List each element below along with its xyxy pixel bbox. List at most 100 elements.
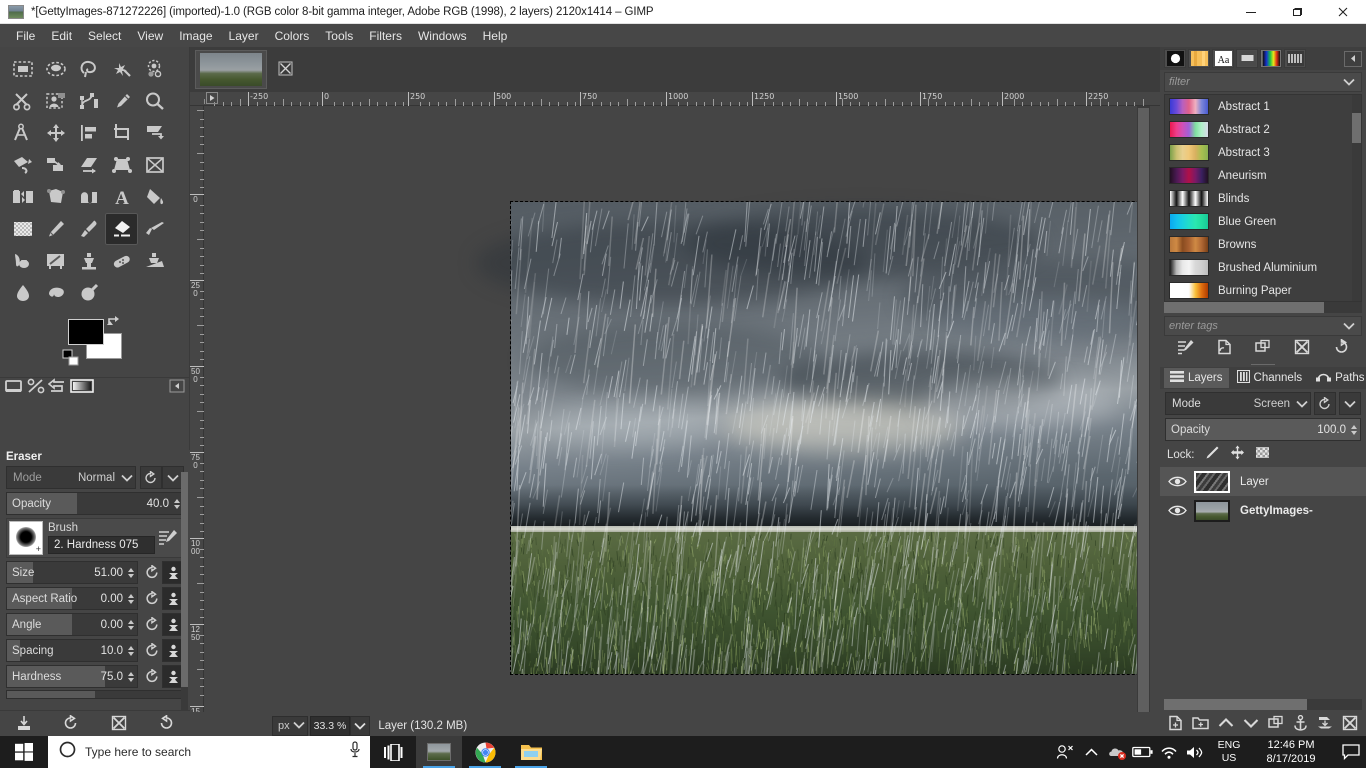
tool-scale[interactable] <box>39 149 72 181</box>
tool-bucket-fill[interactable] <box>138 181 171 213</box>
tab-brushes[interactable] <box>1164 49 1186 68</box>
tool-alignment[interactable] <box>72 117 105 149</box>
tool-options-scrollbar[interactable] <box>181 472 188 732</box>
eye-icon[interactable] <box>1168 475 1194 488</box>
taskbar-gimp-button[interactable] <box>416 736 462 768</box>
chevron-down-icon[interactable] <box>1341 78 1357 86</box>
zoom-input[interactable]: 33.3 % <box>309 716 351 736</box>
tool-airbrush[interactable] <box>138 213 171 245</box>
tool-text[interactable]: A <box>105 181 138 213</box>
minimize-button[interactable] <box>1228 0 1274 24</box>
foreground-color-swatch[interactable] <box>68 319 104 345</box>
aspect-ratio-stepper[interactable] <box>126 593 137 604</box>
reset-colors-icon[interactable] <box>62 349 80 372</box>
gradient-list-item[interactable]: Brushed Aluminium <box>1165 256 1361 279</box>
tool-paintbrush[interactable] <box>72 213 105 245</box>
horizontal-ruler[interactable]: -250 0 250 500 750 1000 1250 1500 1750 2000 2250 <box>190 92 1160 106</box>
tab-paths[interactable]: Paths <box>1310 368 1366 388</box>
tool-select-by-color[interactable] <box>138 53 171 85</box>
lock-position-icon[interactable] <box>1230 445 1245 465</box>
spacing-slider[interactable]: Spacing 10.0 <box>6 639 138 662</box>
tool-color-picker[interactable] <box>105 85 138 117</box>
menu-filters[interactable]: Filters <box>361 26 410 46</box>
tool-warp-transform[interactable] <box>72 181 105 213</box>
edit-gradient-icon[interactable] <box>1177 339 1194 360</box>
tool-paths[interactable] <box>72 85 105 117</box>
tool-scissors-select[interactable] <box>6 85 39 117</box>
tool-rotate[interactable] <box>6 149 39 181</box>
layer-list-hscrollbar[interactable] <box>1164 699 1362 710</box>
layer-list[interactable]: Layer GettyImages- <box>1160 467 1366 525</box>
tab-fonts[interactable]: Aa <box>1212 49 1234 68</box>
eye-icon[interactable] <box>1168 504 1194 517</box>
gradient-list-item[interactable]: Abstract 2 <box>1165 118 1361 141</box>
gradient-list[interactable]: Abstract 1 Abstract 2 Abstract 3 Aneurism Bl… <box>1164 94 1362 302</box>
unit-select[interactable]: px <box>272 716 308 736</box>
delete-tool-preset-icon[interactable] <box>111 715 127 736</box>
layer-opacity-slider[interactable]: Opacity 100.0 <box>1165 418 1361 441</box>
tool-flip[interactable] <box>6 181 39 213</box>
tool-gradient[interactable] <box>6 213 39 245</box>
gradient-list-item[interactable]: Browns <box>1165 233 1361 256</box>
microphone-icon[interactable] <box>348 741 362 763</box>
layer-row-layer[interactable]: Layer <box>1160 467 1366 496</box>
tool-ellipse-select[interactable] <box>39 53 72 85</box>
duplicate-layer-icon[interactable] <box>1268 715 1284 735</box>
opacity-slider[interactable]: Opacity 40.0 <box>6 492 184 515</box>
tool-unified-transform[interactable] <box>138 117 171 149</box>
pattern-indicator-icon[interactable] <box>26 378 46 399</box>
size-stepper[interactable] <box>126 567 137 578</box>
save-tool-preset-icon[interactable] <box>16 715 32 736</box>
volume-icon[interactable] <box>1182 736 1208 768</box>
dock-separator[interactable] <box>1160 362 1366 367</box>
tool-rectangle-select[interactable] <box>6 53 39 85</box>
chevron-down-icon[interactable] <box>1341 322 1357 330</box>
menu-select[interactable]: Select <box>80 26 129 46</box>
language-indicator[interactable]: ENG US <box>1208 739 1250 765</box>
tool-heal[interactable] <box>105 245 138 277</box>
new-layer-icon[interactable] <box>1168 715 1183 736</box>
tool-crop[interactable] <box>105 117 138 149</box>
menu-colors[interactable]: Colors <box>267 26 318 46</box>
merge-down-icon[interactable] <box>1317 715 1333 735</box>
menu-help[interactable]: Help <box>475 26 516 46</box>
tool-perspective-clone[interactable] <box>138 245 171 277</box>
layer-row-gettyimages[interactable]: GettyImages- <box>1160 496 1366 525</box>
task-view-button[interactable] <box>370 736 416 768</box>
brush-indicator-icon[interactable] <box>4 378 24 399</box>
gradient-tag-input[interactable]: enter tags <box>1164 316 1362 336</box>
tool-pencil[interactable] <box>39 213 72 245</box>
delete-layer-icon[interactable] <box>1342 715 1358 736</box>
start-button[interactable] <box>0 736 48 768</box>
tab-gradients[interactable] <box>1260 49 1282 68</box>
menu-image[interactable]: Image <box>171 26 220 46</box>
show-hidden-icons-chevron[interactable] <box>1078 736 1104 768</box>
people-icon[interactable] <box>1052 736 1078 768</box>
image-canvas[interactable] <box>475 192 1150 726</box>
gradient-list-hscrollbar[interactable] <box>1164 302 1362 313</box>
taskbar-search[interactable]: Type here to search <box>48 736 370 768</box>
refresh-gradients-icon[interactable] <box>1333 337 1349 360</box>
reset-angle-icon[interactable] <box>142 617 162 632</box>
reset-tool-options-icon[interactable] <box>158 714 174 736</box>
raise-layer-icon[interactable] <box>1218 716 1234 734</box>
tool-ink[interactable] <box>6 245 39 277</box>
battery-icon[interactable] <box>1130 736 1156 768</box>
gradient-list-item[interactable]: Burning Paper <box>1165 279 1361 301</box>
tool-fuzzy-select[interactable] <box>105 53 138 85</box>
onedrive-error-icon[interactable] <box>1104 736 1130 768</box>
tool-eraser[interactable] <box>105 213 138 245</box>
anchor-layer-icon[interactable] <box>1293 714 1308 736</box>
edit-brush-icon[interactable] <box>155 529 181 547</box>
reset-size-icon[interactable] <box>142 565 162 580</box>
menu-layer[interactable]: Layer <box>221 26 267 46</box>
layer-mode-options-chevron[interactable] <box>1339 392 1361 415</box>
gradient-indicator-icon[interactable] <box>47 378 68 399</box>
vertical-ruler[interactable]: 02505007501000125015 <box>190 106 204 726</box>
tool-move[interactable] <box>39 117 72 149</box>
tool-zoom[interactable] <box>138 85 171 117</box>
tab-channels[interactable]: Channels <box>1231 368 1309 388</box>
tab-buffers[interactable] <box>1236 49 1258 68</box>
angle-slider[interactable]: Angle 0.00 <box>6 613 138 636</box>
tool-clone[interactable] <box>72 245 105 277</box>
